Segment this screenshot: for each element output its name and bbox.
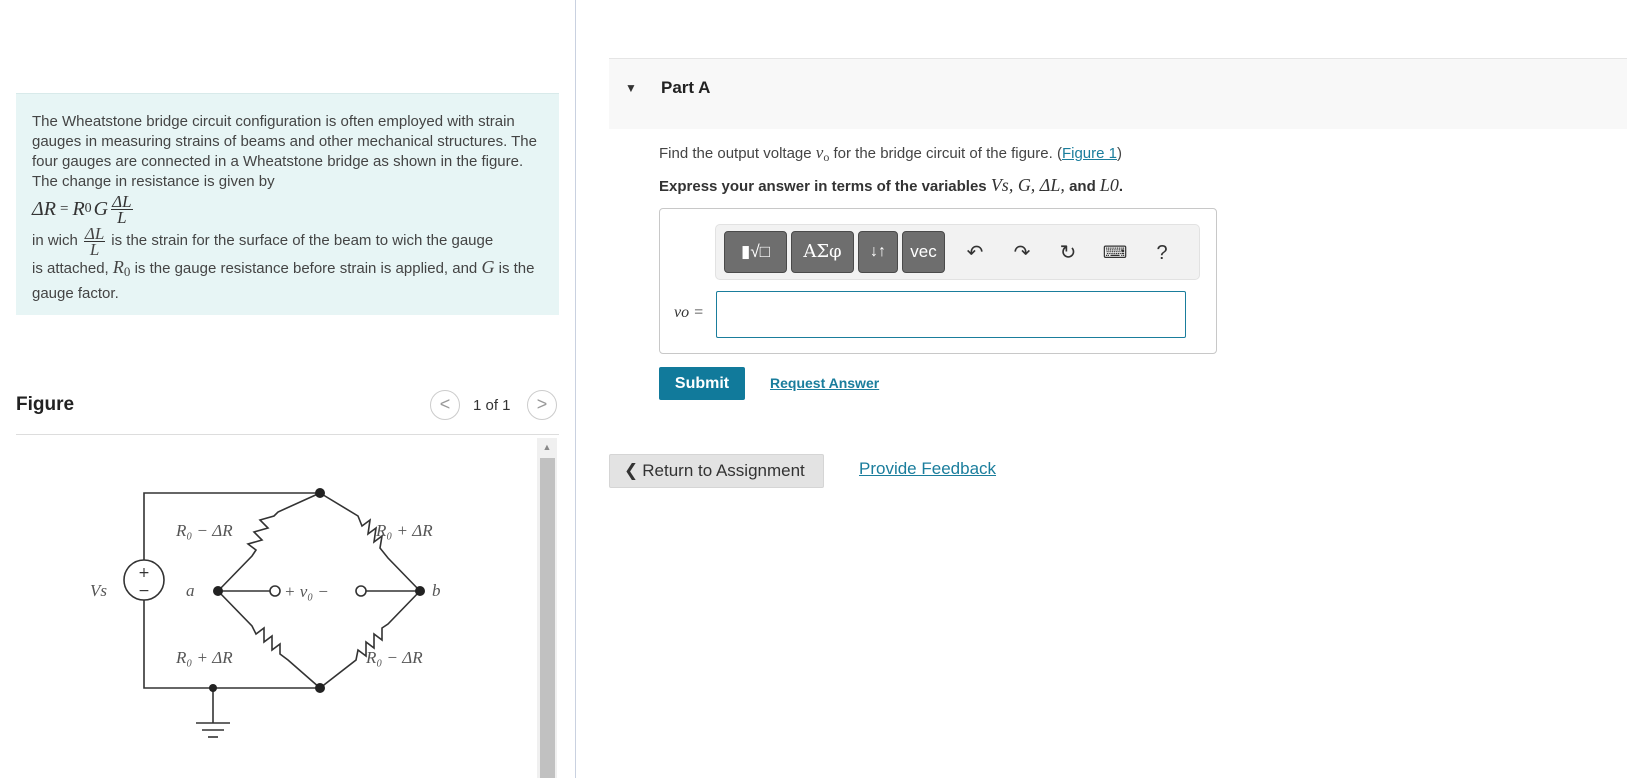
delta-l-over-l: ΔL L [111, 191, 133, 227]
part-a-header[interactable]: ▼ Part A [609, 58, 1627, 129]
resistor-top-right [319, 492, 421, 592]
node-ground [209, 684, 217, 692]
figure-1-link[interactable]: Figure 1 [1062, 145, 1117, 162]
return-to-assignment-button[interactable]: ❮ Return to Assignment [609, 454, 824, 488]
next-figure-button[interactable]: > [527, 390, 557, 420]
figure-viewport: R₀ − ΔR R₀ + ΔR R₀ + ΔR R₀ − ΔR Vs a b +… [16, 438, 559, 778]
answer-label: vo = [674, 304, 704, 321]
redo-icon[interactable]: ↷ [1008, 239, 1036, 267]
node-top [315, 488, 325, 498]
chevron-left-icon: ❮ [624, 461, 639, 480]
figure-header: Figure < 1 of 1 > [16, 390, 559, 435]
math-toolbar: ▮√□ ΑΣφ ↓↑ vec ↶ ↷ ↻ ⌨ ? [715, 224, 1200, 280]
strain-line: in wich ΔL L is the strain for the surfa… [32, 223, 494, 259]
pane-divider[interactable] [575, 0, 576, 778]
reset-icon[interactable]: ↻ [1054, 239, 1082, 267]
strain-fraction: ΔL L [83, 223, 106, 259]
left-pane: The Wheatstone bridge circuit configurat… [0, 0, 575, 778]
request-answer-link[interactable]: Request Answer [770, 375, 879, 391]
label-source: Vs [90, 581, 107, 600]
keyboard-icon[interactable]: ⌨ [1101, 239, 1129, 267]
resistor-bottom-left [217, 590, 321, 689]
label-node-a: a [186, 581, 195, 600]
scroll-up-arrow-icon[interactable]: ▲ [537, 438, 557, 456]
scroll-thumb[interactable] [540, 458, 555, 778]
terminal-plus [269, 585, 281, 597]
label-bottom-right: R₀ − ΔR [365, 648, 423, 667]
label-top-right: R₀ + ΔR [375, 521, 433, 540]
node-b [415, 586, 425, 596]
resistor-bottom-right [319, 590, 421, 689]
label-vo: + v₀ − [284, 582, 329, 601]
greek-symbols-button[interactable]: ΑΣφ [791, 231, 854, 273]
return-label: Return to Assignment [642, 461, 805, 480]
problem-intro: The Wheatstone bridge circuit configurat… [32, 113, 537, 190]
label-bottom-left: R₀ + ΔR [175, 648, 233, 667]
templates-button[interactable]: ▮√□ [724, 231, 787, 273]
answer-instruction: Express your answer in terms of the vari… [659, 175, 1124, 195]
wire-bottom [143, 600, 320, 689]
subscript-superscript-button[interactable]: ↓↑ [858, 231, 898, 273]
figure-title: Figure [16, 394, 75, 415]
node-bottom [315, 683, 325, 693]
label-node-b: b [432, 581, 441, 600]
source-minus-sign: − [138, 583, 150, 599]
collapse-caret-icon[interactable]: ▼ [625, 81, 637, 95]
provide-feedback-link[interactable]: Provide Feedback [859, 459, 996, 479]
terminal-minus [355, 585, 367, 597]
resistor-top-left [217, 492, 321, 592]
vector-button[interactable]: vec [902, 231, 945, 273]
question-text: Find the output voltage vo for the bridg… [659, 143, 1122, 164]
figure-page-count: 1 of 1 [473, 397, 511, 414]
problem-statement: The Wheatstone bridge circuit configurat… [16, 93, 559, 315]
source-plus-sign: + [138, 565, 150, 581]
undo-icon[interactable]: ↶ [961, 239, 989, 267]
wheatstone-bridge-circuit: R₀ − ΔR R₀ + ΔR R₀ + ΔR R₀ − ΔR Vs a b +… [90, 488, 441, 738]
help-icon[interactable]: ? [1148, 239, 1176, 267]
resistance-equation: ΔR = R0 G ΔL L [32, 191, 133, 227]
problem-tail: is attached, R0 is the gauge resistance … [32, 257, 535, 302]
answer-input[interactable] [716, 291, 1186, 338]
part-title: Part A [661, 78, 711, 97]
submit-button[interactable]: Submit [659, 367, 745, 400]
node-a [213, 586, 223, 596]
answer-box: ▮√□ ΑΣφ ↓↑ vec ↶ ↷ ↻ ⌨ ? vo = [659, 208, 1217, 354]
figure-scrollbar[interactable]: ▲ [537, 438, 557, 778]
previous-figure-button[interactable]: < [430, 390, 460, 420]
label-top-left: R₀ − ΔR [175, 521, 233, 540]
